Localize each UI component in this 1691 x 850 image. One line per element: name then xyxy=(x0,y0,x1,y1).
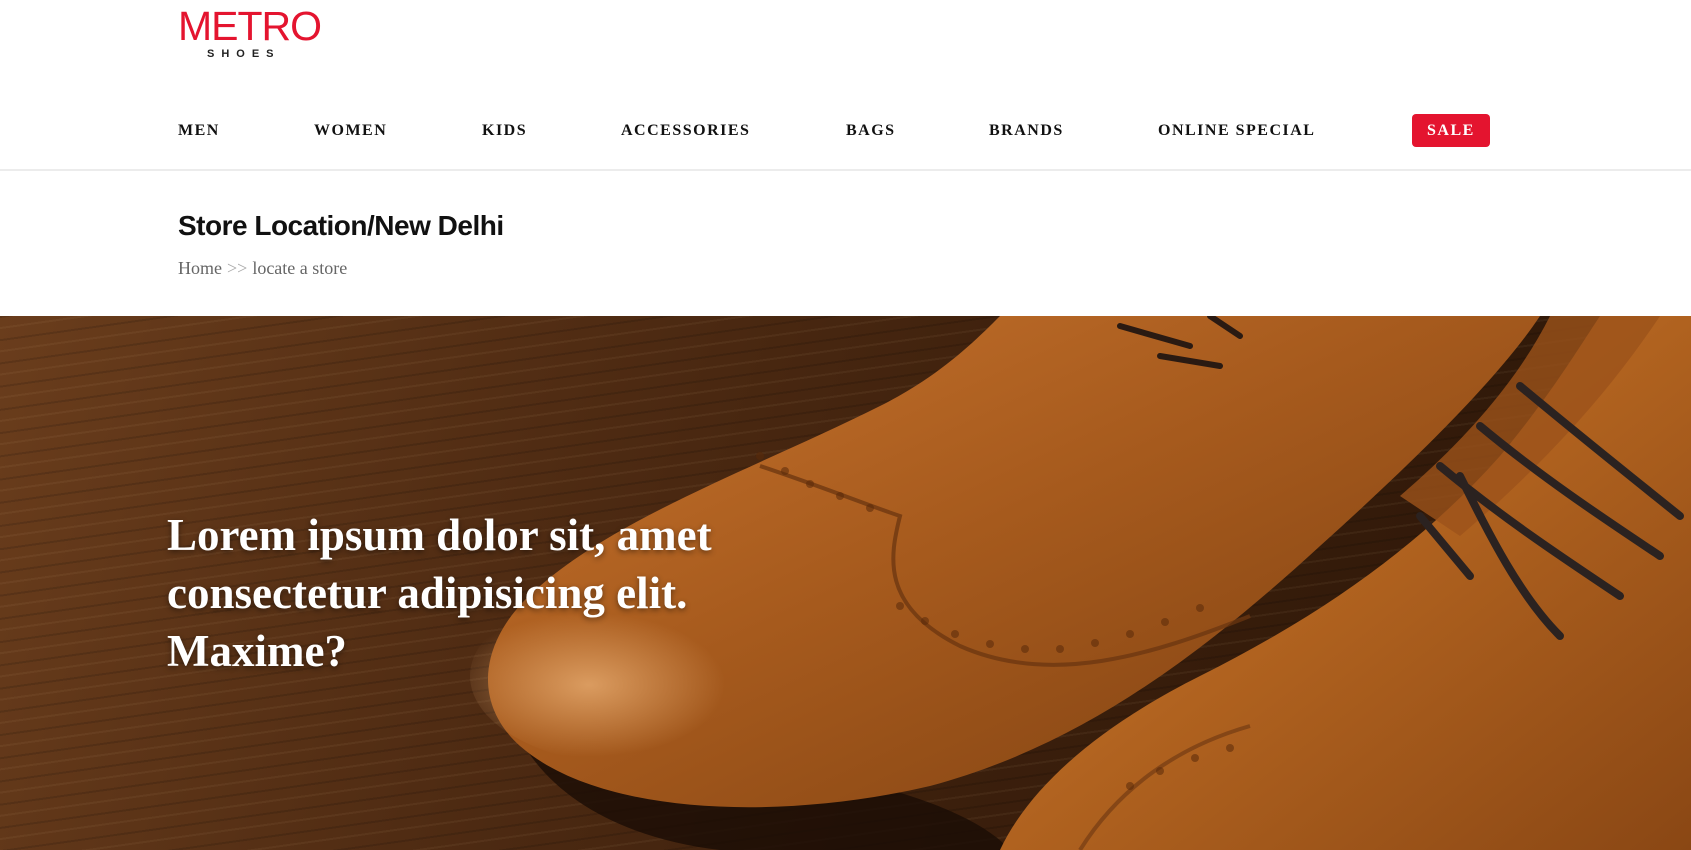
hero-banner: Lorem ipsum dolor sit, amet consectetur … xyxy=(0,316,1691,850)
hero-heading: Lorem ipsum dolor sit, amet consectetur … xyxy=(167,510,712,676)
breadcrumb-separator: >> xyxy=(227,258,248,278)
sale-button[interactable]: SALE xyxy=(1412,114,1490,147)
breadcrumb: Home >> locate a store xyxy=(178,256,347,280)
metro-shoes-logo[interactable]: METRO SHOES xyxy=(178,3,322,64)
site-header: METRO SHOES MEN WOMEN KIDS ACCESSORIES B… xyxy=(0,0,1691,171)
logo-subtitle: SHOES xyxy=(207,48,281,60)
breadcrumb-home-link[interactable]: Home xyxy=(178,258,222,278)
page-title: Store Location/New Delhi xyxy=(178,210,504,241)
nav-item-brands[interactable]: BRANDS xyxy=(989,114,1064,148)
breadcrumb-current: locate a store xyxy=(252,258,348,278)
nav-item-men[interactable]: MEN xyxy=(178,114,220,148)
nav-item-kids[interactable]: KIDS xyxy=(482,114,527,148)
nav-item-women[interactable]: WOMEN xyxy=(314,114,387,148)
nav-item-online-special[interactable]: ONLINE SPECIAL xyxy=(1158,114,1315,148)
nav-item-bags[interactable]: BAGS xyxy=(846,114,896,148)
nav-item-accessories[interactable]: ACCESSORIES xyxy=(621,114,750,148)
main-nav: MEN WOMEN KIDS ACCESSORIES BAGS BRANDS O… xyxy=(0,114,1691,148)
logo-wordmark: METRO xyxy=(178,3,322,49)
